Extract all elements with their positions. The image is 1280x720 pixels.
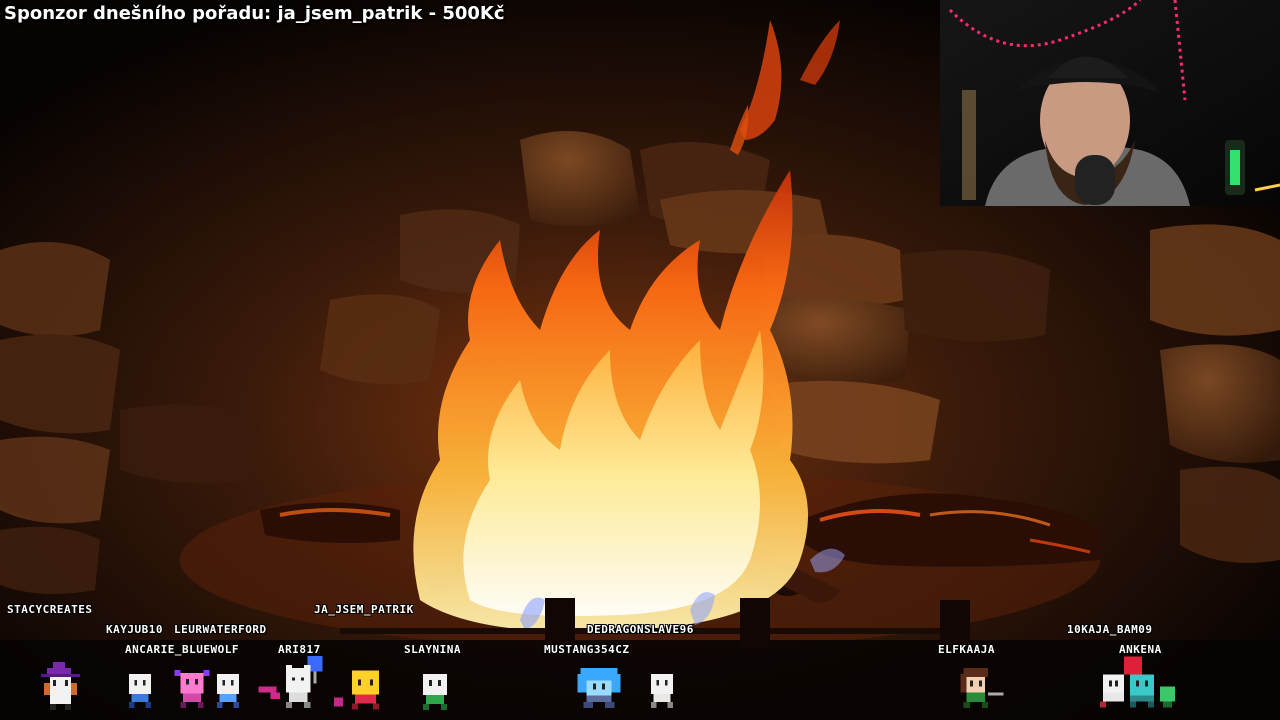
chatter-name: ANKENA bbox=[1119, 643, 1162, 656]
chatter-name: ELFKAAJA bbox=[938, 643, 995, 656]
chatter-name: LEURWATERFORD bbox=[174, 623, 267, 636]
chatter-name: MUSTANG354CZ bbox=[544, 643, 630, 656]
elf-avatar bbox=[960, 668, 1004, 708]
yellow-creature-avatar bbox=[334, 670, 379, 710]
green-blockhead-avatar bbox=[423, 674, 447, 710]
blockhead-avatar bbox=[128, 674, 152, 708]
chatter-name: ANCARIE_BLUEWOLF bbox=[125, 643, 239, 656]
chatter-name: JA_JSEM_PATRIK bbox=[314, 603, 414, 616]
witch-avatar bbox=[41, 662, 80, 710]
blue-haired-avatar bbox=[577, 668, 621, 708]
blockhead-avatar bbox=[216, 674, 240, 708]
chatter-name: SLAYNINA bbox=[404, 643, 461, 656]
chatter-name: ARI817 bbox=[278, 643, 321, 656]
pink-creature-avatar bbox=[174, 670, 210, 708]
chatter-name: DEDRAGONSLAVE96 bbox=[587, 623, 694, 636]
chat-avatars-bar: STACYCREATES KAYJUB10 LEURWATERFORD ANCA… bbox=[0, 0, 1280, 720]
chatter-name: STACYCREATES bbox=[7, 603, 93, 616]
chatter-name: 10KAJA_BAM09 bbox=[1067, 623, 1153, 636]
group-avatars bbox=[1100, 656, 1175, 708]
chatter-name: KAYJUB10 bbox=[106, 623, 163, 636]
cat-with-snake-avatar bbox=[258, 656, 323, 708]
blockhead-avatar bbox=[650, 674, 674, 708]
